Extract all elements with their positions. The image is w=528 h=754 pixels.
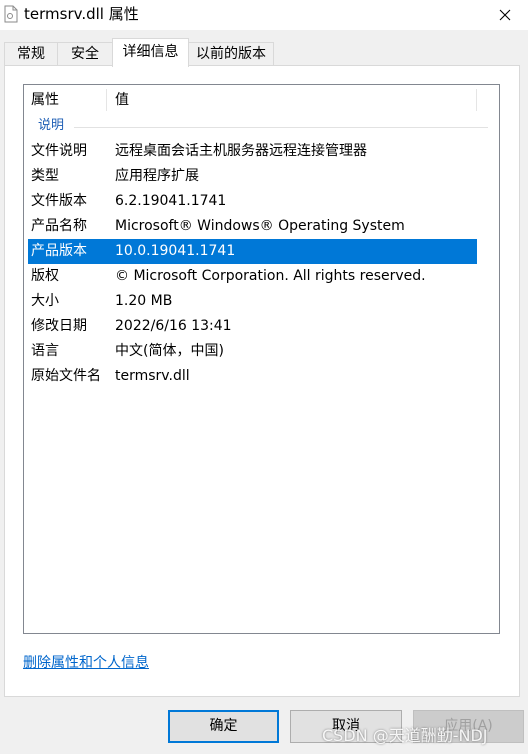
property-list[interactable]: 属性 值 说明 文件说明 远程桌面会话主机服务器远程连接管理器 类型 应用程序扩… [23,84,500,634]
property-name: 产品版本 [31,243,87,259]
close-icon [499,9,511,21]
property-value: Microsoft® Windows® Operating System [115,218,405,234]
list-row[interactable]: 原始文件名 termsrv.dll [28,364,477,389]
property-name: 版权 [31,268,59,284]
property-name: 产品名称 [31,218,87,234]
file-icon [4,5,18,23]
group-divider [74,127,488,128]
list-header: 属性 值 [24,85,499,115]
property-value: 中文(简体，中国) [115,343,224,359]
property-value: 1.20 MB [115,293,173,309]
list-row[interactable]: 文件版本 6.2.19041.1741 [28,189,477,214]
list-row[interactable]: 语言 中文(简体，中国) [28,339,477,364]
property-value: 6.2.19041.1741 [115,193,227,209]
list-row[interactable]: 修改日期 2022/6/16 13:41 [28,314,477,339]
list-row[interactable]: 类型 应用程序扩展 [28,164,477,189]
property-name: 文件说明 [31,143,87,159]
column-divider[interactable] [476,89,477,111]
list-row[interactable]: 大小 1.20 MB [28,289,477,314]
window-title: termsrv.dll 属性 [24,5,139,23]
column-header-value[interactable]: 值 [115,85,129,115]
property-name: 类型 [31,168,59,184]
close-button[interactable] [482,0,528,30]
property-value: 远程桌面会话主机服务器远程连接管理器 [115,143,367,159]
list-row-selected[interactable]: 产品版本 10.0.19041.1741 [28,239,477,264]
column-divider[interactable] [106,89,107,111]
tab-previous-versions[interactable]: 以前的版本 [188,42,274,66]
group-label-description[interactable]: 说明 [38,116,64,136]
property-name: 原始文件名 [31,368,101,384]
tab-security[interactable]: 安全 [57,42,113,66]
cancel-button[interactable]: 取消 [290,710,402,743]
property-name: 大小 [31,293,59,309]
property-name: 文件版本 [31,193,87,209]
list-row[interactable]: 文件说明 远程桌面会话主机服务器远程连接管理器 [28,139,477,164]
tab-details[interactable]: 详细信息 [112,38,189,67]
column-header-property[interactable]: 属性 [31,85,59,115]
tab-general[interactable]: 常规 [4,42,58,66]
apply-button[interactable]: 应用(A) [413,710,524,743]
property-name: 语言 [31,343,59,359]
property-value: © Microsoft Corporation. All rights rese… [115,268,426,284]
property-value: 应用程序扩展 [115,168,199,184]
remove-properties-link[interactable]: 删除属性和个人信息 [23,654,149,672]
ok-button[interactable]: 确定 [168,710,279,743]
title-bar: termsrv.dll 属性 [0,0,528,30]
property-value: 2022/6/16 13:41 [115,318,232,334]
property-value: 10.0.19041.1741 [115,243,236,259]
list-row[interactable]: 版权 © Microsoft Corporation. All rights r… [28,264,477,289]
list-row[interactable]: 产品名称 Microsoft® Windows® Operating Syste… [28,214,477,239]
property-name: 修改日期 [31,318,87,334]
property-value: termsrv.dll [115,368,190,384]
